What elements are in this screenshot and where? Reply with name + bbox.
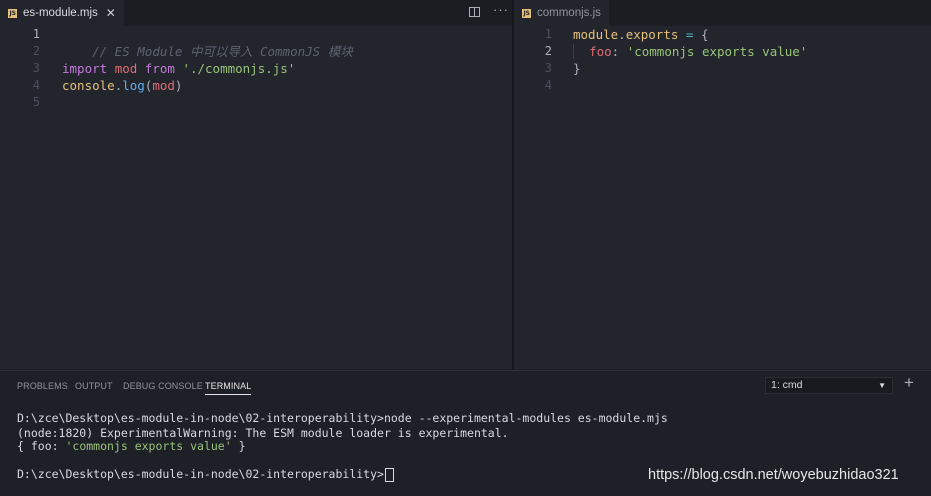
string-literal: 'commonjs exports value' <box>626 44 808 59</box>
chevron-down-icon: ▼ <box>878 381 886 390</box>
code-line-3: } <box>573 60 581 77</box>
punctuation: . <box>618 27 626 42</box>
code-line-2: foo: 'commonjs exports value' <box>573 43 807 60</box>
identifier: mod <box>114 61 138 76</box>
line-number: 4 <box>32 78 40 92</box>
new-terminal-icon[interactable]: + <box>904 373 914 393</box>
property: exports <box>625 27 679 42</box>
code-line-1: // ES Module 中可以导入 CommonJS 模块 <box>62 26 353 59</box>
code-line-1: module.exports = { <box>573 26 708 43</box>
keyword: from <box>144 61 175 76</box>
line-number: 2 <box>544 44 552 58</box>
identifier: module <box>573 27 619 42</box>
punctuation: ) <box>174 78 183 93</box>
identifier: console <box>62 78 115 93</box>
terminal-text: { foo: <box>17 439 66 453</box>
tab-label: es-module.mjs <box>23 7 98 19</box>
js-file-icon: JS <box>8 8 17 18</box>
keyword: import <box>62 61 108 76</box>
comment: // ES Module 中可以导入 CommonJS 模块 <box>92 44 353 59</box>
bottom-panel: PROBLEMS OUTPUT DEBUG CONSOLE TERMINAL 1… <box>0 370 931 496</box>
editor-commonjs[interactable]: 1 2 3 4 module.exports = { foo: 'commonj… <box>514 26 931 369</box>
tab-es-module[interactable]: JS es-module.mjs ✕ <box>0 0 124 26</box>
terminal-string: 'commonjs exports value' <box>65 439 232 453</box>
terminal-output-line: { foo: 'commonjs exports value' } <box>17 439 246 454</box>
tab-debug-console[interactable]: DEBUG CONSOLE <box>123 381 203 391</box>
line-number: 1 <box>32 27 40 41</box>
property: foo <box>589 44 612 59</box>
tab-output[interactable]: OUTPUT <box>75 381 113 391</box>
punctuation: { <box>700 27 709 42</box>
js-file-icon: JS <box>522 8 531 18</box>
operator: = <box>678 27 701 42</box>
line-number: 5 <box>32 95 40 109</box>
line-number: 4 <box>544 78 552 92</box>
terminal-cursor <box>384 467 394 482</box>
punctuation: : <box>611 44 627 59</box>
line-number: 3 <box>32 61 40 75</box>
more-actions-icon[interactable]: ··· <box>493 2 509 17</box>
terminal-prompt: D:\zce\Desktop\es-module-in-node\02-inte… <box>17 467 384 481</box>
terminal-prompt-line[interactable]: D:\zce\Desktop\es-module-in-node\02-inte… <box>17 467 394 482</box>
code-line-3: import mod from './commonjs.js' <box>62 60 295 77</box>
terminal-line: D:\zce\Desktop\es-module-in-node\02-inte… <box>17 411 668 425</box>
function-name: log <box>122 78 145 93</box>
tab-commonjs[interactable]: JS commonjs.js <box>514 0 609 26</box>
line-number: 2 <box>32 44 40 58</box>
tab-problems[interactable]: PROBLEMS <box>17 381 68 391</box>
terminal-select-value: 1: cmd <box>771 379 803 391</box>
left-tab-bar: JS es-module.mjs ✕ ··· <box>0 0 512 26</box>
identifier: mod <box>152 78 175 93</box>
close-icon[interactable]: ✕ <box>106 6 116 20</box>
code-line-4: console.log(mod) <box>62 77 182 94</box>
terminal-select[interactable]: 1: cmd ▼ <box>765 377 893 394</box>
watermark: https://blog.csdn.net/woyebuzhidao321 <box>648 467 899 483</box>
split-editor-icon[interactable] <box>469 7 480 17</box>
tab-terminal[interactable]: TERMINAL <box>205 381 252 395</box>
terminal-text: } <box>231 439 246 453</box>
punctuation: } <box>573 61 581 76</box>
string-literal: './commonjs.js' <box>182 61 296 76</box>
tab-label: commonjs.js <box>537 7 601 19</box>
right-tab-bar: JS commonjs.js <box>514 0 931 26</box>
line-number: 1 <box>544 27 552 41</box>
line-number: 3 <box>544 61 552 75</box>
editor-es-module[interactable]: 1 2 3 4 5 // ES Module 中可以导入 CommonJS 模块… <box>0 26 512 369</box>
